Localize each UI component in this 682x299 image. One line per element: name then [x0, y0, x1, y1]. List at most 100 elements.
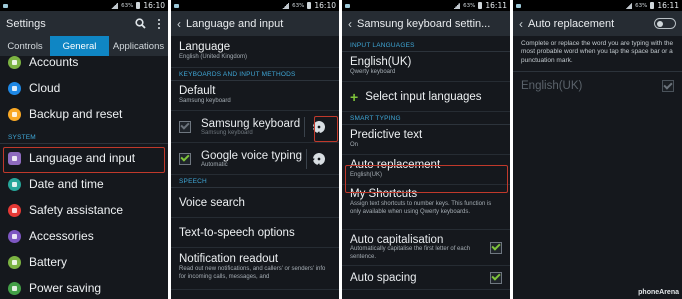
row-label: Auto replacement [350, 159, 441, 172]
settings-item-date-time[interactable]: Date and time [0, 171, 168, 197]
back-icon[interactable]: ‹ [519, 18, 523, 30]
page-title: Auto replacement [528, 17, 615, 30]
auto-replacement-description: Complete or replace the word you are typ… [521, 40, 674, 64]
battery-icon [8, 255, 21, 269]
language-input-panel: 63% 16:10 ‹ Language and input Language … [171, 0, 339, 299]
predictive-text-row[interactable]: Predictive text On [342, 125, 510, 155]
app-bar: ‹ Language and input [171, 11, 339, 36]
row-label: Select input languages [365, 90, 482, 103]
row-label: English(UK) [350, 56, 412, 69]
clock: 16:11 [485, 1, 507, 10]
row-label: Predictive text [350, 129, 423, 142]
settings-item-label: Date and time [29, 177, 104, 191]
settings-item-language[interactable]: Language and input [0, 145, 168, 171]
battery-status-icon [307, 2, 312, 9]
overflow-menu-icon[interactable] [156, 18, 162, 29]
battery-percent: 63% [121, 2, 134, 9]
settings-item-power-saving[interactable]: Power saving [0, 275, 168, 299]
row-value: Read out new notifications, and callers'… [179, 266, 326, 280]
status-bar: 63% 16:11 [513, 0, 682, 11]
google-voice-row[interactable]: Google voice typing Automatic [171, 143, 339, 175]
page-title: Samsung keyboard settin... [357, 17, 491, 30]
back-icon[interactable]: ‹ [348, 18, 352, 30]
settings-item-label: Safety assistance [29, 203, 124, 217]
page-title: Settings [6, 17, 46, 30]
search-icon[interactable] [135, 18, 146, 29]
settings-panel: 63% 16:10 Settings Controls General Appl… [0, 0, 168, 299]
english-uk-checkbox[interactable] [662, 80, 674, 93]
language-row[interactable]: Language English (United Kingdom) [171, 36, 339, 68]
google-voice-settings-icon[interactable] [307, 147, 331, 171]
row-label: Voice search [179, 196, 245, 209]
row-label: My Shortcuts [350, 188, 418, 200]
english-uk-row[interactable]: English(UK) Qwerty keyboard [342, 52, 510, 82]
notification-icon [3, 3, 8, 8]
auto-replacement-row[interactable]: Auto replacement English(UK) [342, 155, 510, 185]
row-label: Auto capitalisation [350, 234, 444, 246]
settings-item-accessories[interactable]: Accessories [0, 223, 168, 249]
section-header-keyboards: KEYBOARDS AND INPUT METHODS [171, 68, 339, 81]
row-value: Automatically capitalise the first lette… [350, 246, 471, 260]
watermark: phoneArena [638, 289, 679, 296]
row-label: Text-to-speech options [179, 226, 295, 239]
auto-replacement-toggle[interactable] [654, 18, 676, 29]
settings-item-label: Cloud [29, 81, 61, 95]
battery-percent: 63% [463, 2, 476, 9]
status-bar: 63% 16:10 [0, 0, 168, 11]
row-label: Language [179, 41, 231, 54]
voice-search-row[interactable]: Voice search [171, 188, 339, 218]
language-icon [8, 151, 21, 165]
notification-icon [516, 3, 521, 8]
row-value: Assign text shortcuts to number keys. Th… [350, 201, 492, 215]
google-voice-checkbox[interactable] [179, 152, 191, 165]
settings-item-label: Accounts [29, 55, 79, 69]
settings-item-label: Language and input [29, 151, 136, 165]
samsung-keyboard-checkbox[interactable] [179, 120, 191, 133]
samsung-keyboard-settings-icon[interactable] [307, 115, 331, 139]
clock: 16:11 [657, 1, 679, 10]
auto-spacing-checkbox[interactable] [490, 271, 502, 284]
status-bar: 63% 16:10 [171, 0, 339, 11]
default-keyboard-row[interactable]: Default Samsung keyboard [171, 81, 339, 111]
section-header-smart-typing: SMART TYPING [342, 112, 510, 125]
cloud-icon [8, 81, 21, 95]
notification-icon [345, 3, 350, 8]
accounts-icon [8, 55, 21, 69]
auto-replacement-panel: 63% 16:11 ‹ Auto replacement Complete or… [513, 0, 682, 299]
clock: 16:10 [143, 1, 165, 10]
settings-item-battery[interactable]: Battery [0, 249, 168, 275]
plus-icon: + [350, 88, 359, 105]
english-uk-row[interactable]: English(UK) [513, 72, 682, 100]
row-label: Default [179, 85, 216, 98]
tab-applications[interactable]: Applications [109, 36, 168, 56]
accessories-icon [8, 229, 21, 243]
settings-item-label: Backup and reset [29, 107, 123, 121]
battery-percent: 63% [292, 2, 305, 9]
settings-item-cloud[interactable]: Cloud [0, 75, 168, 101]
notification-icon [174, 3, 179, 8]
tab-general[interactable]: General [50, 36, 109, 56]
back-icon[interactable]: ‹ [177, 18, 181, 30]
signal-icon [111, 2, 119, 9]
auto-capitalisation-checkbox[interactable] [490, 241, 502, 254]
notification-readout-row[interactable]: Notification readout Read out new notifi… [171, 248, 339, 290]
settings-item-backup[interactable]: Backup and reset [0, 101, 168, 127]
row-value: Automatic [201, 161, 228, 168]
auto-spacing-row[interactable]: Auto spacing [342, 266, 510, 290]
my-shortcuts-row[interactable]: My Shortcuts Assign text shortcuts to nu… [342, 185, 510, 230]
battery-status-icon [478, 2, 483, 9]
tab-controls[interactable]: Controls [0, 36, 50, 56]
signal-icon [453, 2, 461, 9]
tts-options-row[interactable]: Text-to-speech options [171, 218, 339, 248]
backup-icon [8, 107, 21, 121]
samsung-keyboard-settings-panel: 63% 16:11 ‹ Samsung keyboard settin... I… [342, 0, 510, 299]
auto-capitalisation-row[interactable]: Auto capitalisation Automatically capita… [342, 230, 510, 266]
select-input-languages-row[interactable]: + Select input languages [342, 82, 510, 112]
row-value: Samsung keyboard [201, 129, 253, 136]
row-value: On [350, 142, 359, 149]
settings-item-safety[interactable]: Safety assistance [0, 197, 168, 223]
settings-item-label: Power saving [29, 281, 102, 295]
samsung-keyboard-row[interactable]: Samsung keyboard Samsung keyboard [171, 111, 339, 143]
settings-item-label: Battery [29, 255, 68, 269]
battery-status-icon [136, 2, 141, 9]
